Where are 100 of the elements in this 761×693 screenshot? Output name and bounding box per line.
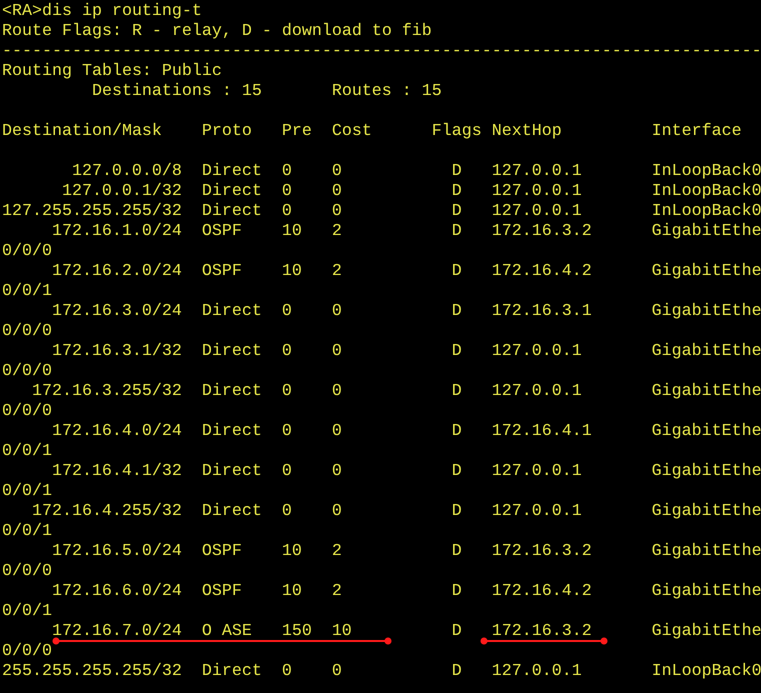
table-cell: 0 bbox=[282, 462, 292, 481]
table-cell: GigabitEthe bbox=[652, 422, 761, 441]
table-cell: D bbox=[452, 462, 462, 481]
table-cell: 172.16.3.2 bbox=[492, 542, 592, 561]
table-cell: 127.0.0.1 bbox=[492, 342, 582, 361]
table-cell: 172.16.3.0/24 bbox=[52, 302, 182, 321]
table-cell: Direct bbox=[202, 182, 262, 201]
table-cell: 127.255.255.255/32 bbox=[2, 202, 182, 221]
table-cell: 172.16.3.2 bbox=[492, 622, 592, 641]
table-cell: 172.16.3.2 bbox=[492, 222, 592, 241]
table-cell: GigabitEthe bbox=[652, 302, 761, 321]
column-header: Flags bbox=[432, 122, 483, 142]
table-cell: D bbox=[452, 502, 462, 521]
table-cell: Direct bbox=[202, 162, 262, 181]
table-cell: 127.0.0.1 bbox=[492, 182, 582, 201]
table-cell: Direct bbox=[202, 502, 262, 521]
table-cell: GigabitEthe bbox=[652, 502, 761, 521]
column-header: Destination/Mask bbox=[2, 122, 163, 142]
table-cell: D bbox=[452, 622, 462, 641]
table-cell: 172.16.3.1 bbox=[492, 302, 592, 321]
table-cell: 0 bbox=[282, 382, 292, 401]
routes-label: Routes : bbox=[332, 82, 412, 102]
table-cell: InLoopBack0 bbox=[652, 182, 761, 201]
table-cell: 0/0/0 bbox=[2, 242, 52, 262]
column-header: Cost bbox=[332, 122, 373, 142]
table-cell: 2 bbox=[332, 262, 342, 281]
table-cell: Direct bbox=[202, 462, 262, 481]
table-cell: 0/0/0 bbox=[2, 362, 52, 382]
table-cell: GigabitEthe bbox=[652, 582, 761, 601]
table-cell: OSPF bbox=[202, 222, 242, 241]
table-cell: GigabitEthe bbox=[652, 622, 761, 641]
table-cell: Direct bbox=[202, 202, 262, 221]
table-cell: Direct bbox=[202, 342, 262, 361]
table-cell: 172.16.5.0/24 bbox=[52, 542, 182, 561]
table-title: Routing Tables: Public bbox=[2, 62, 222, 82]
table-cell: 172.16.1.0/24 bbox=[52, 222, 182, 241]
table-cell: GigabitEthe bbox=[652, 462, 761, 481]
table-cell: D bbox=[452, 262, 462, 281]
table-cell: 10 bbox=[282, 222, 302, 241]
table-cell: 127.0.0.1 bbox=[492, 162, 582, 181]
table-cell: Direct bbox=[202, 302, 262, 321]
table-cell: InLoopBack0 bbox=[652, 662, 761, 681]
table-cell: Direct bbox=[202, 382, 262, 401]
table-cell: 0/0/1 bbox=[2, 442, 52, 462]
command-line: <RA>dis ip routing-t bbox=[2, 2, 202, 22]
table-cell: InLoopBack0 bbox=[652, 202, 761, 221]
table-cell: 172.16.7.0/24 bbox=[52, 622, 182, 641]
table-cell: OSPF bbox=[202, 582, 242, 601]
table-cell: 172.16.4.2 bbox=[492, 582, 592, 601]
table-cell: 0 bbox=[332, 302, 342, 321]
table-cell: 0 bbox=[282, 202, 292, 221]
table-cell: D bbox=[452, 662, 462, 681]
table-cell: 0 bbox=[332, 342, 342, 361]
table-cell: D bbox=[452, 342, 462, 361]
destinations-count: 15 bbox=[242, 82, 262, 102]
table-cell: 0 bbox=[332, 462, 342, 481]
table-cell: O ASE bbox=[202, 622, 252, 641]
table-cell: 172.16.3.1/32 bbox=[52, 342, 182, 361]
table-cell: 0 bbox=[282, 662, 292, 681]
table-cell: 10 bbox=[332, 622, 352, 641]
table-cell: 0 bbox=[332, 162, 342, 181]
table-cell: 0/0/0 bbox=[2, 322, 52, 342]
table-cell: 172.16.4.1 bbox=[492, 422, 592, 441]
table-cell: 172.16.4.0/24 bbox=[52, 422, 182, 441]
table-cell: 10 bbox=[282, 542, 302, 561]
table-cell: 172.16.3.255/32 bbox=[32, 382, 182, 401]
routes-count: 15 bbox=[422, 82, 442, 102]
table-cell: 0 bbox=[282, 162, 292, 181]
table-cell: OSPF bbox=[202, 542, 242, 561]
table-cell: GigabitEthe bbox=[652, 262, 761, 281]
table-cell: 0 bbox=[282, 342, 292, 361]
column-header: Proto bbox=[202, 122, 253, 142]
table-cell: 0 bbox=[332, 662, 342, 681]
table-cell: 0 bbox=[332, 382, 342, 401]
table-cell: 0 bbox=[332, 202, 342, 221]
table-cell: 0 bbox=[282, 502, 292, 521]
table-cell: 0/0/0 bbox=[2, 562, 52, 582]
table-cell: 0/0/1 bbox=[2, 522, 52, 542]
separator-line: ---------------------------------------------------------------------------- bbox=[2, 42, 761, 62]
table-cell: OSPF bbox=[202, 262, 242, 281]
table-cell: D bbox=[452, 182, 462, 201]
table-cell: 10 bbox=[282, 582, 302, 601]
table-cell: 172.16.4.2 bbox=[492, 262, 592, 281]
table-cell: D bbox=[452, 542, 462, 561]
table-cell: 0 bbox=[332, 422, 342, 441]
table-cell: 127.0.0.0/8 bbox=[72, 162, 182, 181]
table-cell: GigabitEthe bbox=[652, 542, 761, 561]
column-header: Pre bbox=[282, 122, 313, 142]
table-cell: 150 bbox=[282, 622, 312, 641]
table-cell: 255.255.255.255/32 bbox=[2, 662, 182, 681]
table-cell: D bbox=[452, 582, 462, 601]
table-cell: D bbox=[452, 222, 462, 241]
table-cell: D bbox=[452, 162, 462, 181]
table-cell: 0 bbox=[282, 182, 292, 201]
column-header: Interface bbox=[652, 122, 742, 142]
table-cell: 172.16.6.0/24 bbox=[52, 582, 182, 601]
table-cell: 2 bbox=[332, 222, 342, 241]
destinations-label: Destinations : bbox=[92, 82, 232, 102]
table-cell: 0/0/1 bbox=[2, 282, 52, 302]
table-cell: 0/0/1 bbox=[2, 482, 52, 502]
